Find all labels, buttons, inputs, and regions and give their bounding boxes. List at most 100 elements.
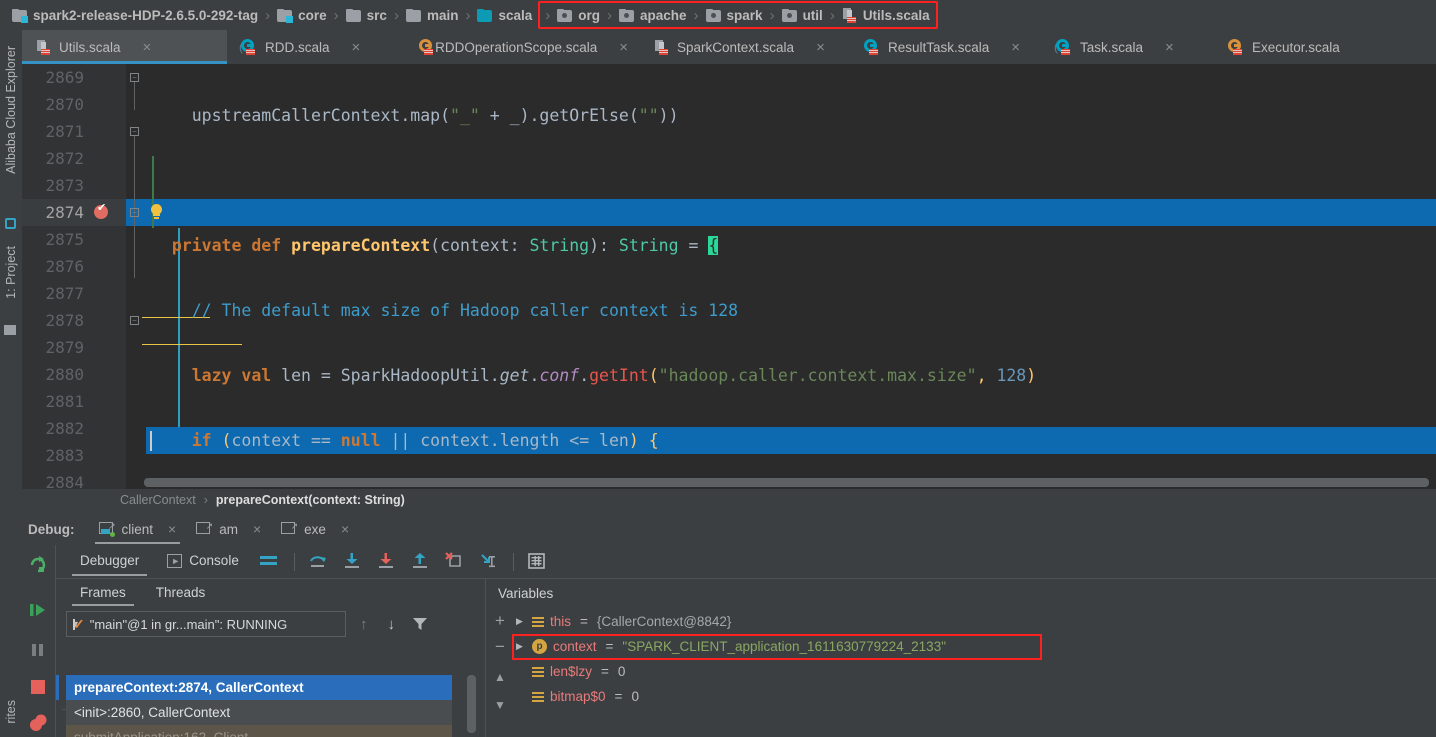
code-editor[interactable]: 2869 2870 2871 2872 2873 2874 2875 2876 …: [22, 64, 1436, 489]
breadcrumb-item-project[interactable]: spark2-release-HDP-2.6.5.0-292-tag: [8, 3, 262, 27]
frames-scrollbar[interactable]: [466, 675, 477, 737]
breadcrumb-item-spark[interactable]: spark: [702, 3, 767, 27]
step-into-icon[interactable]: [341, 551, 365, 573]
variable-row-context[interactable]: ▶ p context = "SPARK_CLIENT_application_…: [516, 634, 1430, 659]
minus-icon[interactable]: −: [490, 637, 510, 657]
view-breakpoints-icon[interactable]: [28, 713, 50, 735]
filter-icon[interactable]: [413, 618, 426, 631]
thread-selector[interactable]: ✓ "main"@1 in gr...main": RUNNING ▾: [66, 611, 346, 637]
code-text[interactable]: upstreamCallerContext.map("_" + _).getOr…: [146, 64, 1436, 489]
scrollbar-thumb[interactable]: [144, 478, 1429, 487]
breadcrumb-label: spark2-release-HDP-2.6.5.0-292-tag: [33, 8, 258, 23]
line-number: 2875: [22, 226, 84, 253]
variable-row-this[interactable]: ▶ this = {CallerContext@8842}: [516, 609, 1430, 634]
breadcrumb-item-src[interactable]: src: [342, 3, 391, 27]
tab-task-scala[interactable]: ( Task.scala ×: [1042, 30, 1214, 64]
breadcrumb-item-org[interactable]: org: [553, 3, 604, 27]
move-down-frame-button[interactable]: ↓: [382, 616, 402, 633]
close-icon[interactable]: ×: [816, 40, 825, 55]
force-step-into-icon[interactable]: [375, 551, 399, 573]
tab-utils-scala[interactable]: Utils.scala ×: [22, 30, 227, 64]
variables-list[interactable]: ▶ this = {CallerContext@8842} ▶ p contex…: [516, 609, 1430, 709]
debug-session-tab-exe[interactable]: ↗ exe ×: [271, 514, 359, 544]
fold-marker-icon[interactable]: −: [130, 316, 139, 325]
sidebar-item-favorites[interactable]: rites: [4, 700, 18, 724]
pause-program-icon[interactable]: [28, 640, 50, 662]
rerun-icon[interactable]: [28, 555, 50, 577]
sidebar-item-project[interactable]: 1: Project: [4, 246, 18, 299]
close-icon[interactable]: ×: [341, 521, 349, 537]
code-breadcrumb-parent[interactable]: CallerContext: [120, 493, 196, 507]
breakpoint-icon[interactable]: [94, 205, 108, 219]
tab-sparkcontext-scala[interactable]: SparkContext.scala ×: [640, 30, 850, 64]
scrollbar-thumb[interactable]: [467, 675, 476, 733]
step-over-icon[interactable]: [307, 551, 331, 573]
run-to-cursor-icon[interactable]: [477, 551, 501, 573]
expand-triangle-icon[interactable]: ▶: [516, 616, 526, 627]
plus-icon[interactable]: +: [490, 611, 510, 631]
tab-rdd-scala[interactable]: ( RDD.scala ×: [227, 30, 405, 64]
line-number: 2881: [22, 388, 84, 415]
tab-label: Threads: [156, 585, 206, 600]
variables-title: Variables: [486, 579, 1436, 607]
breadcrumb-item-util[interactable]: util: [778, 3, 827, 27]
close-icon[interactable]: ×: [619, 40, 628, 55]
frame-item[interactable]: <init>:2860, CallerContext: [66, 700, 452, 725]
breadcrumb-item-core[interactable]: core: [273, 3, 331, 27]
frames-pane-tabs: Frames Threads: [56, 579, 485, 607]
frame-item[interactable]: submitApplication:162, Client: [66, 725, 452, 737]
move-down-icon[interactable]: ▼: [490, 695, 510, 715]
breadcrumb-item-utils-scala[interactable]: Utils.scala: [838, 3, 934, 27]
breadcrumb-label: spark: [727, 8, 763, 23]
code-breadcrumb-current[interactable]: prepareContext(context: String): [216, 493, 405, 507]
tab-threads[interactable]: Threads: [144, 581, 218, 606]
close-icon[interactable]: ×: [1011, 40, 1020, 55]
frame-item[interactable]: prepareContext:2874, CallerContext: [66, 675, 452, 700]
close-icon[interactable]: ×: [352, 40, 361, 55]
variable-row-lenlzy[interactable]: len$lzy = 0: [516, 659, 1430, 684]
expand-triangle-icon[interactable]: ▶: [516, 641, 526, 652]
tab-frames[interactable]: Frames: [68, 581, 138, 606]
step-out-icon[interactable]: [409, 551, 433, 573]
breadcrumb-item-apache[interactable]: apache: [615, 3, 691, 27]
close-icon[interactable]: ×: [143, 40, 152, 55]
tab-console[interactable]: ► Console: [153, 547, 253, 576]
breadcrumb-label: org: [578, 8, 600, 23]
chevron-down-icon[interactable]: ▾: [73, 619, 75, 630]
close-icon[interactable]: ×: [168, 521, 176, 537]
package-folder-icon: [706, 9, 721, 22]
run-config-icon: ↗: [281, 522, 297, 536]
move-up-frame-button[interactable]: ↑: [354, 616, 374, 633]
breadcrumb-item-main[interactable]: main: [402, 3, 463, 27]
tab-debugger[interactable]: Debugger: [66, 547, 153, 576]
folder-icon: [406, 9, 421, 22]
variable-row-bitmap0[interactable]: bitmap$0 = 0: [516, 684, 1430, 709]
tab-executor-scala[interactable]: Executor.scala: [1214, 30, 1394, 64]
evaluate-expression-icon[interactable]: [526, 551, 550, 573]
fold-marker-icon[interactable]: −: [130, 73, 139, 82]
move-up-icon[interactable]: ▲: [490, 667, 510, 687]
frames-list[interactable]: prepareContext:2874, CallerContext <init…: [66, 675, 452, 737]
code-line: // The default max size of Hadoop caller…: [146, 297, 1436, 324]
drop-frame-icon[interactable]: [443, 551, 467, 573]
debug-action-strip: [22, 545, 56, 737]
field-icon: [532, 616, 544, 628]
variable-equals: =: [615, 689, 623, 704]
editor-horizontal-scrollbar[interactable]: [126, 475, 1436, 489]
breadcrumb-separator: ›: [462, 7, 473, 24]
fold-marker-icon[interactable]: −: [130, 127, 139, 136]
resume-program-icon[interactable]: [28, 600, 50, 622]
close-icon[interactable]: ×: [253, 521, 261, 537]
stop-icon[interactable]: [28, 677, 50, 699]
sidebar-item-alibaba-cloud-explorer[interactable]: Alibaba Cloud Explorer: [4, 46, 18, 174]
breadcrumb-item-scala[interactable]: scala: [473, 3, 536, 27]
tab-resulttask-scala[interactable]: ResultTask.scala ×: [850, 30, 1042, 64]
tab-rddoperationscope-scala[interactable]: RDDOperationScope.scala ×: [405, 30, 640, 64]
fold-marker-icon[interactable]: −: [130, 208, 139, 217]
field-icon: [532, 666, 544, 678]
variable-value: "SPARK_CLIENT_application_1611630779224_…: [622, 639, 946, 654]
debug-session-tab-client[interactable]: ↗ client ×: [89, 514, 187, 544]
close-icon[interactable]: ×: [1165, 40, 1174, 55]
layout-settings-icon[interactable]: [258, 551, 282, 573]
debug-session-tab-am[interactable]: ↗ am ×: [186, 514, 271, 544]
